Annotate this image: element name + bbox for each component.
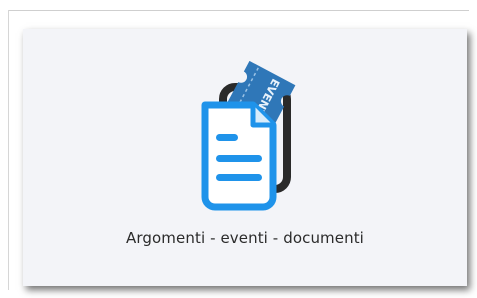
topics-events-documents-card[interactable]: EVENT Argomenti - eventi - documenti [23,29,467,286]
frame-left-border [8,10,9,290]
documents-events-icon: EVENT [191,60,301,211]
page: EVENT Argomenti - eventi - documenti [0,0,477,298]
frame-top-border [8,10,469,11]
card-label: Argomenti - eventi - documenti [126,229,364,247]
